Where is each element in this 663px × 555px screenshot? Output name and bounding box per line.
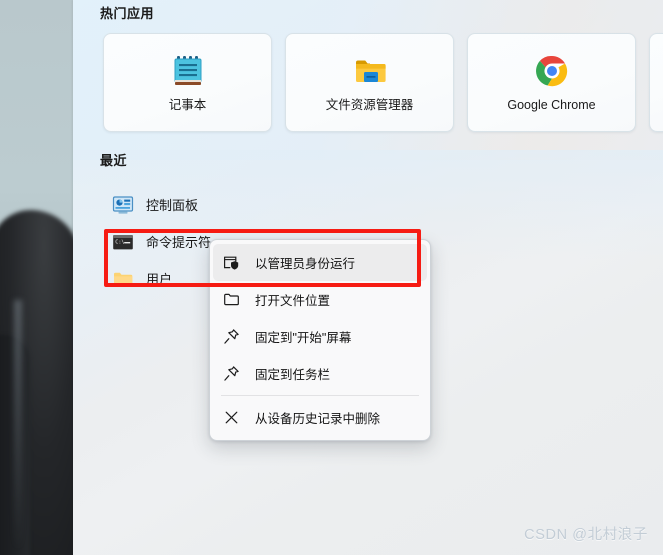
context-menu-item-label: 以管理员身份运行 (255, 257, 356, 271)
context-menu-item-run-as-administrator[interactable]: 以管理员身份运行 (213, 244, 427, 281)
recent-item-label: 控制面板 (146, 198, 199, 213)
pin-icon (223, 365, 240, 382)
context-menu-item-pin-to-taskbar[interactable]: 固定到任务栏 (213, 355, 427, 392)
pinned-app-file-explorer[interactable]: 文件资源管理器 (285, 33, 454, 132)
pinned-app-google-chrome[interactable]: Google Chrome (467, 33, 636, 132)
control-panel-icon (112, 194, 134, 216)
close-x-icon (223, 409, 240, 426)
pinned-app-partial[interactable] (649, 33, 663, 132)
folder-open-icon (223, 291, 240, 308)
context-menu-item-remove-from-history[interactable]: 从设备历史记录中删除 (213, 399, 427, 436)
recent-section-title: 最近 (100, 153, 128, 168)
chrome-icon (534, 53, 570, 89)
context-menu-item-label: 固定到任务栏 (255, 368, 331, 382)
screen: 热门应用 记事本 文件资源管理器 Google Chrome 最近 控制面板 C… (0, 0, 663, 555)
context-menu-item-label: 打开文件位置 (255, 294, 331, 308)
context-menu-item-label: 从设备历史记录中删除 (255, 412, 381, 426)
watermark: CSDN @北村浪子 (524, 527, 648, 543)
notepad-icon (170, 53, 206, 89)
recent-item-control-panel[interactable]: 控制面板 (103, 186, 403, 223)
pinned-section-title: 热门应用 (100, 6, 155, 21)
recent-item-label: 用户 (146, 272, 173, 287)
pinned-app-label: 文件资源管理器 (325, 98, 414, 113)
pinned-app-label: 记事本 (168, 98, 207, 113)
command-prompt-icon: C:\ (112, 231, 134, 253)
file-explorer-icon (352, 53, 388, 89)
recent-item-label: 命令提示符 (146, 235, 212, 250)
pinned-app-label: Google Chrome (507, 98, 596, 113)
pinned-app-notepad[interactable]: 记事本 (103, 33, 272, 132)
context-menu: 以管理员身份运行 打开文件位置 固定到"开始"屏幕 固定到任务栏 从设备历史记录… (209, 239, 431, 441)
svg-text:C:\: C:\ (115, 239, 124, 245)
shield-run-as-admin-icon (223, 254, 240, 271)
background-highlight (14, 300, 22, 550)
context-menu-item-open-file-location[interactable]: 打开文件位置 (213, 281, 427, 318)
pin-icon (223, 328, 240, 345)
context-menu-separator (221, 395, 419, 396)
context-menu-item-pin-to-start[interactable]: 固定到"开始"屏幕 (213, 318, 427, 355)
context-menu-item-label: 固定到"开始"屏幕 (255, 331, 352, 345)
pinned-apps-grid: 记事本 文件资源管理器 Google Chrome (103, 33, 663, 132)
folder-icon (112, 268, 134, 290)
